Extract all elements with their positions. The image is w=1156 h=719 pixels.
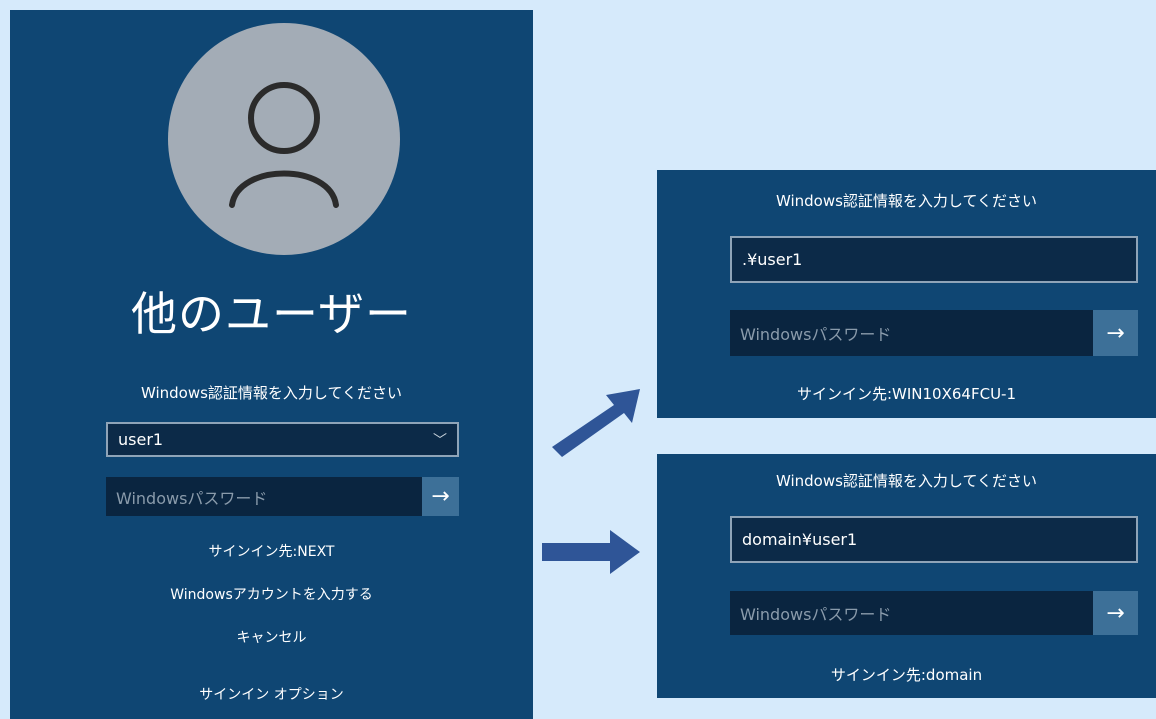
user-silhouette-icon [229,82,339,208]
username-value: .¥user1 [742,250,803,269]
submit-button[interactable]: → [422,477,459,516]
sign-in-panel: 他のユーザー Windows認証情報を入力してください user1 ﹀ Wind… [10,10,533,719]
sign-in-to-label: サインイン先:NEXT [208,544,335,560]
password-placeholder: Windowsパスワード [116,488,268,508]
user-avatar [168,23,400,255]
right-block-arrow-icon [542,530,640,574]
password-input[interactable]: Windowsパスワード [730,591,1093,635]
domain-credentials-panel: Windows認証情報を入力してください domain¥user1 Window… [657,454,1156,698]
chevron-down-icon: ﹀ [433,432,447,449]
right-arrow-icon: → [1106,320,1125,346]
username-input[interactable]: domain¥user1 [730,516,1138,563]
credentials-prompt: Windows認証情報を入力してください [775,192,1038,210]
sign-in-options-link[interactable]: サインイン オプション [10,684,533,704]
password-placeholder: Windowsパスワード [740,325,892,344]
windows-account-link[interactable]: Windowsアカウントを入力する [10,584,533,604]
diagonal-arrow-icon [552,389,640,457]
submit-button[interactable]: → [1093,591,1138,635]
password-input[interactable]: Windowsパスワード [106,477,422,516]
sign-in-to-label: サインイン先:WIN10X64FCU-1 [796,385,1017,403]
sign-in-to-label: サインイン先:domain [830,666,983,684]
password-placeholder: Windowsパスワード [740,605,892,624]
credentials-prompt: Windows認証情報を入力してください [775,472,1038,490]
username-value: domain¥user1 [742,530,858,549]
local-credentials-panel: Windows認証情報を入力してください .¥user1 Windowsパスワー… [657,170,1156,418]
right-arrow-icon: → [1106,600,1125,626]
cancel-link[interactable]: キャンセル [10,627,533,647]
password-input[interactable]: Windowsパスワード [730,310,1093,356]
right-arrow-icon: → [431,484,450,509]
username-value: user1 [118,430,164,449]
username-select[interactable]: user1 ﹀ [106,422,459,457]
username-input[interactable]: .¥user1 [730,236,1138,283]
credentials-prompt: Windows認証情報を入力してください [140,384,403,402]
submit-button[interactable]: → [1093,310,1138,356]
user-display-name: 他のユーザー [130,287,413,341]
